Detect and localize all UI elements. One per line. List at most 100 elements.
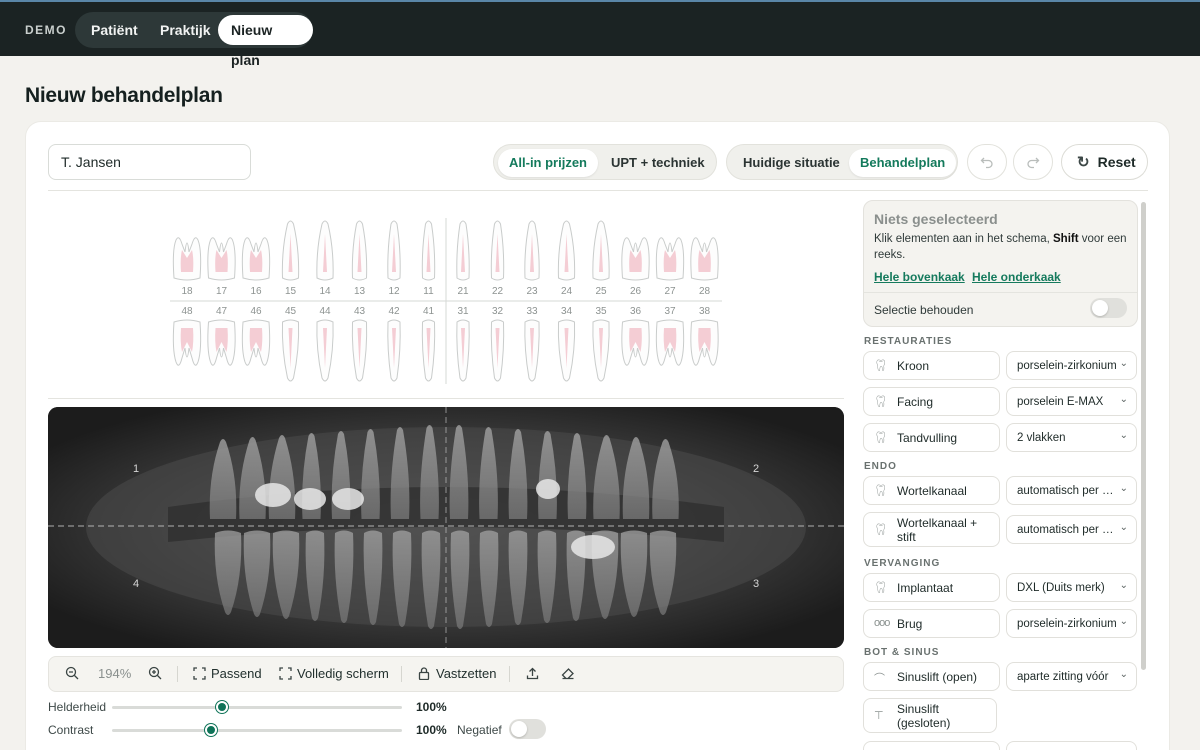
select-value: automatisch per element	[1017, 524, 1117, 536]
tooth-icon: 🦷︎	[874, 360, 888, 372]
panoramic-xray[interactable]: 1 2 3 4	[48, 407, 844, 648]
selection-hint: Klik elementen aan in het schema, Shift …	[874, 231, 1134, 263]
option-huidige-situatie[interactable]: Huidige situatie	[732, 149, 851, 177]
implantaat-brand-select[interactable]: DXL (Duits merk) ⌄	[1006, 573, 1137, 602]
facing-material-select[interactable]: porselein E-MAX ⌄	[1006, 387, 1137, 416]
treatment-option-next[interactable]	[863, 741, 1000, 750]
contrast-slider[interactable]	[112, 724, 402, 736]
zoom-in-button[interactable]	[148, 657, 162, 691]
tooth-number-24: 24	[561, 286, 573, 297]
treatment-facing[interactable]: 🦷︎ Facing	[863, 387, 1000, 416]
tooth-number-14: 14	[319, 286, 331, 297]
zoom-in-icon	[148, 666, 162, 680]
quadrant-label-1: 1	[133, 463, 140, 475]
brightness-slider[interactable]	[112, 701, 402, 713]
zoom-out-button[interactable]	[65, 657, 79, 691]
undo-icon	[980, 157, 993, 169]
tooth-number-26: 26	[630, 286, 642, 297]
treatment-label: Implantaat	[897, 581, 954, 595]
section-endo: ENDO	[864, 461, 897, 472]
treatment-sinuslift-open[interactable]: ⌒ Sinuslift (open)	[863, 662, 1000, 691]
tooth-number-25: 25	[595, 286, 607, 297]
tooth-number-36: 36	[630, 306, 642, 317]
negative-label: Negatief	[457, 723, 502, 737]
option-behandelplan[interactable]: Behandelplan	[849, 149, 957, 177]
undo-button[interactable]	[967, 144, 1007, 180]
lock-button[interactable]: Vastzetten	[418, 657, 496, 691]
treatment-label-line: stift	[897, 530, 916, 544]
wortelkanaal-stift-select[interactable]: automatisch per element⌄	[1006, 515, 1137, 544]
fullscreen-label: Volledig scherm	[297, 666, 389, 681]
export-button[interactable]	[526, 657, 539, 691]
treatment-wortelkanaal[interactable]: 🦷︎ Wortelkanaal	[863, 476, 1000, 505]
kroon-material-select[interactable]: porselein-zirkonium ⌄	[1006, 351, 1137, 380]
select-lower-jaw-link[interactable]: Hele onderkaak	[972, 270, 1061, 284]
reset-button[interactable]: ↻ Reset	[1061, 144, 1148, 180]
top-navigation-bar: DEMO Patiënt Praktijk Nieuw plan	[0, 0, 1200, 68]
select-value: aparte zitting vóór	[1017, 671, 1109, 683]
fit-label: Passend	[211, 666, 262, 681]
tooth-number-41: 41	[423, 306, 435, 317]
keep-selection-toggle[interactable]	[1090, 298, 1127, 318]
treatment-brug[interactable]: ooo Brug	[863, 609, 1000, 638]
fullscreen-button[interactable]: Volledig scherm	[279, 657, 389, 691]
wortelkanaal-select[interactable]: automatisch per element⌄	[1006, 476, 1137, 505]
treatment-kroon[interactable]: 🦷︎ Kroon	[863, 351, 1000, 380]
tandvulling-select[interactable]: 2 vlakken ⌄	[1006, 423, 1137, 452]
select-upper-jaw-link[interactable]: Hele bovenkaak	[874, 270, 965, 284]
tooth-37	[655, 319, 685, 366]
tooth-number-35: 35	[595, 306, 607, 317]
lock-icon	[418, 667, 430, 681]
nav-nieuw-plan[interactable]: Nieuw plan	[218, 15, 313, 68]
select-value: 2 vlakken	[1017, 432, 1066, 444]
patient-name-input[interactable]	[48, 144, 251, 180]
tooth-number-11: 11	[423, 286, 434, 297]
quadrant-label-2: 2	[753, 463, 760, 475]
chevron-down-icon: ⌄	[1119, 430, 1128, 441]
treatment-wortelkanaal-stift[interactable]: 🦷︎ Wortelkanaal + stift	[863, 512, 1000, 547]
treatment-implantaat[interactable]: 🦷︎ Implantaat	[863, 573, 1000, 602]
treatment-tandvulling[interactable]: 🦷︎ Tandvulling	[863, 423, 1000, 452]
eraser-button[interactable]	[561, 657, 575, 691]
tooth-number-27: 27	[664, 286, 676, 297]
redo-button[interactable]	[1013, 144, 1053, 180]
treatment-sinuslift-gesloten[interactable]: ⊤ Sinuslift (gesloten)	[863, 698, 997, 733]
toolbar-separator	[401, 666, 402, 682]
treatment-label: Sinuslift (open)	[897, 670, 978, 684]
tooth-number-34: 34	[561, 306, 573, 317]
lock-label: Vastzetten	[436, 666, 497, 681]
brightness-value: 100%	[416, 700, 447, 714]
negative-toggle[interactable]	[509, 719, 546, 739]
nav-patient[interactable]: Patiënt	[78, 15, 151, 45]
brug-material-select[interactable]: porselein-zirkonium ⌄	[1006, 609, 1137, 638]
sinuslift-open-select[interactable]: aparte zitting vóór ⌄	[1006, 662, 1137, 691]
tooth-number-45: 45	[285, 306, 297, 317]
treatment-label: Brug	[897, 617, 923, 631]
redo-icon	[1027, 157, 1040, 169]
contrast-slider-handle[interactable]	[204, 724, 217, 736]
nav-praktijk[interactable]: Praktijk	[147, 15, 224, 45]
tooth-36	[621, 319, 650, 366]
tooth-number-33: 33	[526, 306, 538, 317]
tooth-number-21: 21	[457, 286, 469, 297]
treatment-select-next[interactable]	[1006, 741, 1137, 750]
sinus-lift-icon: ⌒	[874, 673, 885, 685]
brand-label: DEMO	[25, 23, 67, 37]
hint-shift: Shift	[1053, 233, 1079, 245]
page-title: Nieuw behandelplan	[25, 84, 223, 107]
tooth-chart: 18 17 16 15 14 13 12 11 21 22 23 24 25 26 27 28 48 47 46 45…	[170, 218, 722, 384]
tooth-48	[172, 319, 202, 366]
panel-scrollbar[interactable]	[1141, 202, 1146, 670]
fullscreen-icon	[279, 667, 292, 680]
option-all-in-prijzen[interactable]: All-in prijzen	[498, 149, 598, 177]
pricing-toggle: All-in prijzen UPT + techniek	[493, 144, 717, 180]
tooth-number-12: 12	[388, 286, 400, 297]
treatment-label-line: Sinuslift	[897, 702, 940, 716]
fit-icon	[193, 667, 206, 680]
fit-button[interactable]: Passend	[193, 657, 262, 691]
tooth-38	[690, 319, 719, 366]
option-upt-techniek[interactable]: UPT + techniek	[600, 149, 716, 177]
viewer-toolbar: 194% Passend Volledig scherm Vastzetten	[48, 656, 844, 692]
toolbar-separator	[177, 666, 178, 682]
tooth-number-48: 48	[181, 306, 193, 317]
